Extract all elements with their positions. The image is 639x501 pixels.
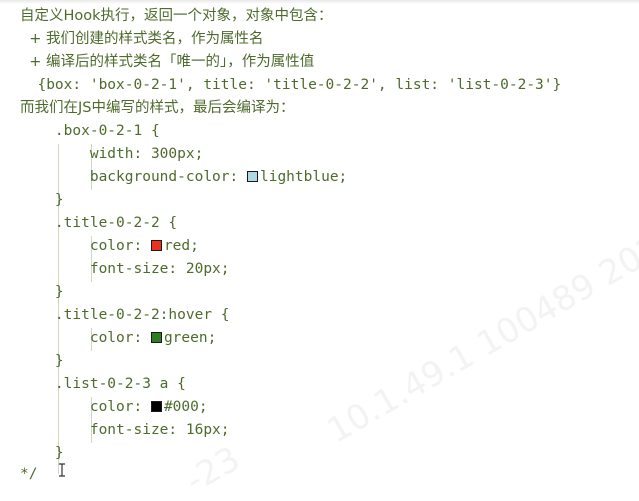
css-value: lightblue;: [259, 169, 348, 185]
css-property: color:: [20, 399, 151, 415]
css-selector: .box-0-2-1 {: [20, 123, 160, 139]
code-line: .title-0-2-2:hover {: [20, 304, 230, 327]
code-line: + 编译后的样式类名「唯一的」，作为属性值: [20, 51, 314, 74]
css-property: color:: [20, 238, 151, 254]
code-line: {box: 'box-0-2-1', title: 'title-0-2-2',…: [20, 74, 561, 97]
code-line: color: red;: [20, 235, 199, 258]
css-selector: .title-0-2-2:hover {: [20, 307, 230, 323]
code-line: .list-0-2-3 a {: [20, 373, 186, 396]
code-line: color: #000;: [20, 396, 208, 419]
top-edge: [0, 0, 639, 4]
css-declaration: font-size: 16px;: [20, 422, 230, 438]
code-line: width: 300px;: [20, 143, 204, 166]
css-value: #000;: [163, 399, 208, 415]
css-property: color:: [20, 330, 151, 346]
color-swatch-black[interactable]: [150, 401, 162, 412]
code-line: }: [20, 281, 64, 304]
code-line: font-size: 20px;: [20, 258, 230, 281]
comment-heading: 而我们在JS中编写的样式，最后会编译为：: [20, 100, 295, 116]
comment-bullet: + 我们创建的样式类名，作为属性名: [20, 31, 264, 47]
code-line: .title-0-2-2 {: [20, 212, 177, 235]
css-selector: .title-0-2-2 {: [20, 215, 178, 231]
code-line: .box-0-2-1 {: [20, 120, 160, 143]
css-brace: }: [20, 192, 64, 208]
color-swatch-red[interactable]: [150, 240, 162, 251]
comment-end: */: [20, 466, 38, 482]
code-line: + 我们创建的样式类名，作为属性名: [20, 28, 263, 51]
comment-object-literal: {box: 'box-0-2-1', title: 'title-0-2-2',…: [20, 77, 562, 93]
color-swatch-green[interactable]: [150, 332, 162, 343]
color-swatch-lightblue[interactable]: [246, 171, 258, 182]
code-line: color: green;: [20, 327, 217, 350]
code-line: 而我们在JS中编写的样式，最后会编译为：: [20, 97, 294, 120]
comment-heading: 自定义Hook执行，返回一个对象，对象中包含：: [20, 8, 333, 24]
code-line: }: [20, 350, 64, 373]
css-value: green;: [163, 330, 217, 346]
code-line: */: [20, 463, 37, 486]
code-line: font-size: 16px;: [20, 419, 230, 442]
comment-bullet: + 编译后的样式类名「唯一的」，作为属性值: [20, 54, 315, 70]
css-brace: }: [20, 284, 64, 300]
code-line: background-color: lightblue;: [20, 166, 347, 189]
code-line: 自定义Hook执行，返回一个对象，对象中包含：: [20, 5, 333, 28]
css-declaration: font-size: 20px;: [20, 261, 230, 277]
css-property: background-color:: [20, 169, 247, 185]
watermark-text: 10.1.49.1 100489 2023-11: [320, 188, 639, 452]
css-declaration: width: 300px;: [20, 146, 204, 162]
css-selector: .list-0-2-3 a {: [20, 376, 186, 392]
css-value: red;: [163, 238, 199, 254]
code-line: }: [20, 189, 64, 212]
css-brace: }: [20, 353, 64, 369]
css-brace: }: [20, 445, 64, 461]
code-editor[interactable]: 自定义Hook执行，返回一个对象，对象中包含： + 我们创建的样式类名，作为属性…: [0, 0, 639, 501]
text-cursor-icon: [59, 463, 65, 477]
code-line: }: [20, 442, 64, 465]
watermark-text-partial: -23: [178, 438, 247, 501]
